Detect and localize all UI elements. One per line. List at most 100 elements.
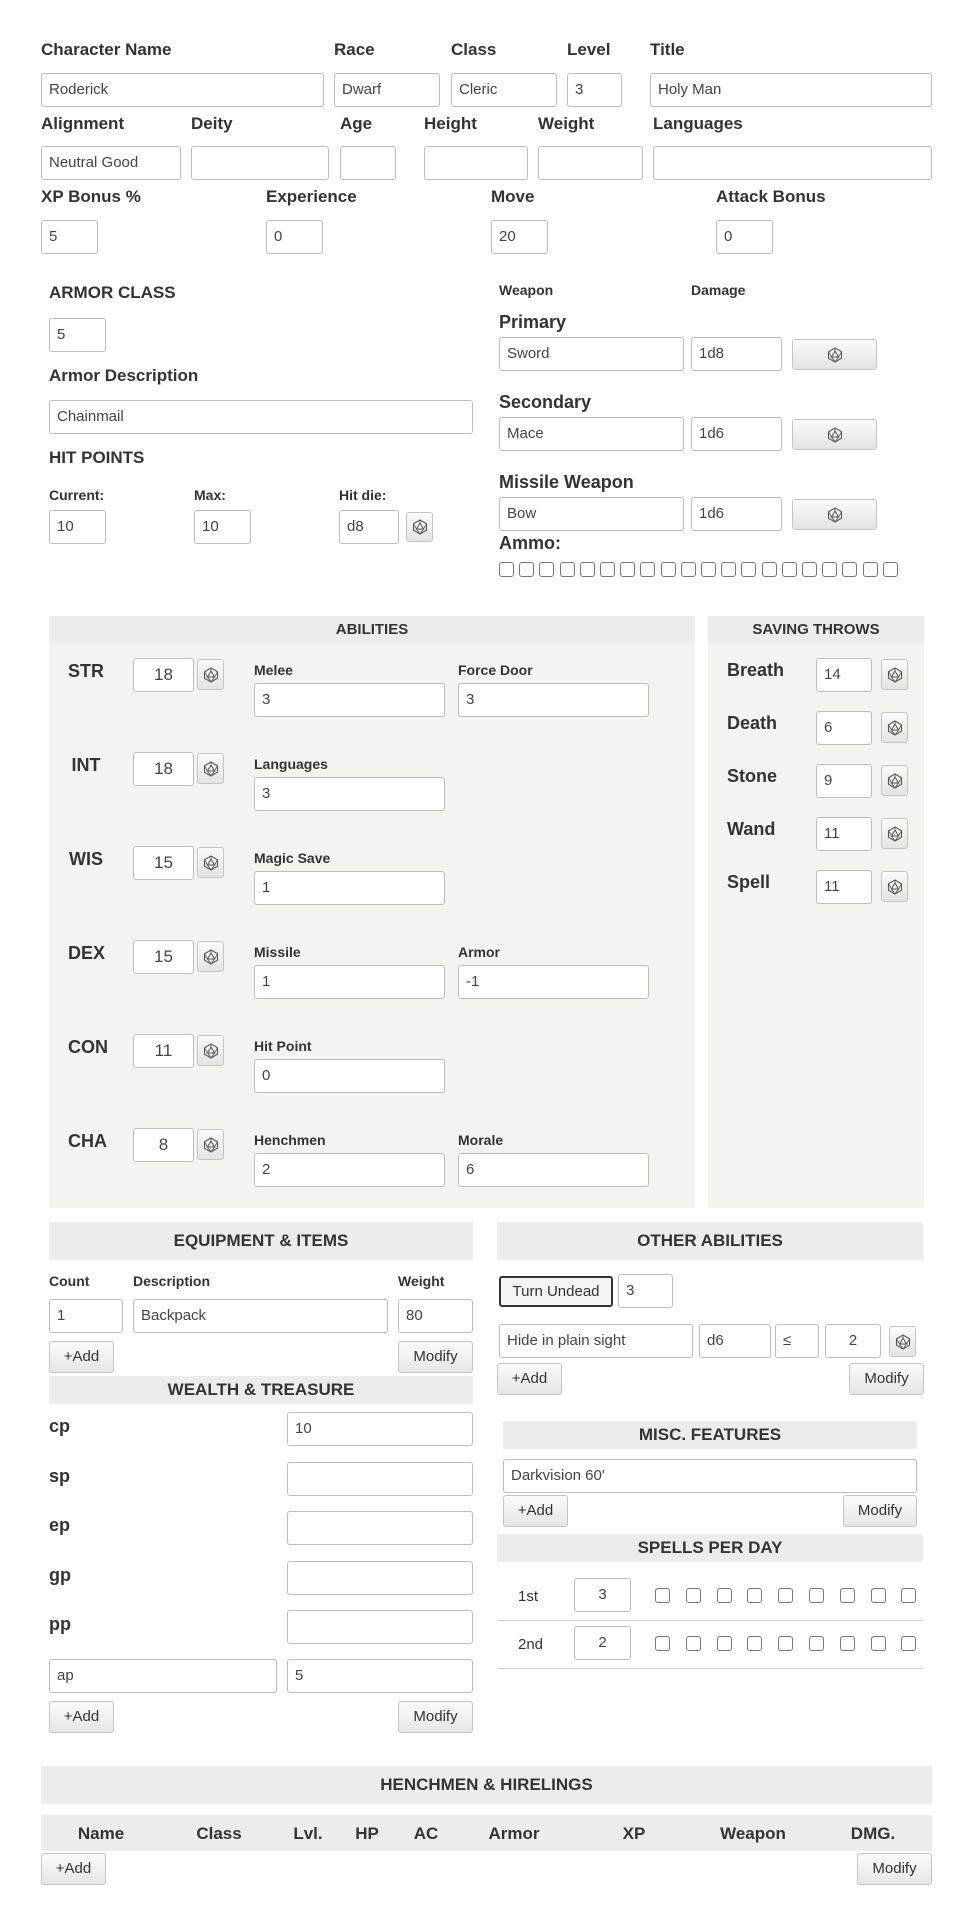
- primary-attack-roll-button[interactable]: [792, 339, 877, 370]
- deity-input[interactable]: [191, 146, 329, 180]
- attack-bonus-input[interactable]: 0: [716, 220, 773, 254]
- primary-weapon-input[interactable]: Sword: [499, 337, 684, 371]
- ammo-checkbox[interactable]: [600, 562, 615, 577]
- spell-slot-checkbox[interactable]: [747, 1636, 763, 1651]
- equipment-modify-button[interactable]: Modify: [398, 1341, 473, 1373]
- ability-wis-roll-button[interactable]: [197, 847, 224, 878]
- save-wand-roll-button[interactable]: [881, 818, 908, 849]
- ability-str-score-input[interactable]: 18: [133, 658, 194, 692]
- ammo-checkbox[interactable]: [882, 562, 898, 577]
- save-stone-input[interactable]: 9: [816, 764, 872, 798]
- ammo-checkbox[interactable]: [640, 562, 656, 577]
- spell-count-input[interactable]: 2: [574, 1626, 631, 1660]
- height-input[interactable]: [424, 146, 528, 180]
- secondary-weapon-input[interactable]: Mace: [499, 417, 684, 451]
- ammo-checkbox[interactable]: [660, 562, 676, 577]
- ability-con-roll-button[interactable]: [197, 1035, 224, 1066]
- modifier-armor-input[interactable]: -1: [458, 965, 649, 999]
- modifier-morale-input[interactable]: 6: [458, 1153, 649, 1187]
- experience-input[interactable]: 0: [266, 220, 323, 254]
- hit-die-roll-button[interactable]: [406, 512, 433, 542]
- spell-slot-checkbox[interactable]: [839, 1636, 855, 1651]
- wealth-custom-name-input[interactable]: ap: [49, 1659, 277, 1693]
- ability-int-roll-button[interactable]: [197, 753, 224, 784]
- misc-features-modify-button[interactable]: Modify: [843, 1495, 917, 1527]
- ammo-checkbox[interactable]: [862, 562, 878, 577]
- xp-bonus-input[interactable]: 5: [41, 220, 98, 254]
- ability-str-roll-button[interactable]: [197, 659, 224, 690]
- ammo-checkbox[interactable]: [761, 562, 777, 577]
- save-death-input[interactable]: 6: [816, 711, 872, 745]
- missile-damage-input[interactable]: 1d6: [691, 497, 782, 531]
- skill-target-input[interactable]: 2: [825, 1324, 881, 1358]
- turn-undead-input[interactable]: 3: [618, 1274, 673, 1308]
- armor-description-input[interactable]: Chainmail: [49, 400, 473, 434]
- spell-slot-checkbox[interactable]: [839, 1588, 855, 1603]
- modifier-force-door-input[interactable]: 3: [458, 683, 649, 717]
- spell-slot-checkbox[interactable]: [901, 1636, 917, 1651]
- ammo-checkbox[interactable]: [519, 562, 535, 577]
- skill-operator-input[interactable]: ≤: [775, 1324, 819, 1358]
- weight-input[interactable]: [538, 146, 643, 180]
- ammo-checkbox[interactable]: [721, 562, 737, 577]
- hit-die-input[interactable]: d8: [339, 510, 399, 544]
- level-input[interactable]: 3: [567, 73, 622, 107]
- skill-die-input[interactable]: d6: [699, 1324, 771, 1358]
- save-spell-input[interactable]: 11: [816, 870, 872, 904]
- equipment-description-input[interactable]: Backpack: [133, 1299, 388, 1333]
- ability-dex-score-input[interactable]: 15: [133, 940, 194, 974]
- equipment-add-button[interactable]: +Add: [49, 1341, 114, 1373]
- missile-attack-roll-button[interactable]: [792, 499, 877, 530]
- skill-roll-button[interactable]: [889, 1326, 916, 1357]
- languages-input[interactable]: [653, 146, 932, 180]
- ammo-checkbox[interactable]: [741, 562, 757, 577]
- title-input[interactable]: Holy Man: [650, 73, 932, 107]
- wealth-custom-value-input[interactable]: 5: [287, 1659, 473, 1693]
- ability-cha-roll-button[interactable]: [197, 1129, 224, 1160]
- ability-int-score-input[interactable]: 18: [133, 752, 194, 786]
- age-input[interactable]: [340, 146, 396, 180]
- ammo-checkbox[interactable]: [822, 562, 838, 577]
- spell-slot-checkbox[interactable]: [901, 1588, 917, 1603]
- wealth-gp-input[interactable]: [287, 1560, 473, 1595]
- ammo-checkbox[interactable]: [579, 562, 595, 577]
- missile-weapon-input[interactable]: Bow: [499, 497, 684, 531]
- spell-slot-checkbox[interactable]: [778, 1588, 794, 1603]
- ability-wis-score-input[interactable]: 15: [133, 846, 194, 880]
- spell-slot-checkbox[interactable]: [778, 1636, 794, 1651]
- ammo-checkbox[interactable]: [539, 562, 555, 577]
- misc-features-add-button[interactable]: +Add: [503, 1495, 568, 1527]
- spell-slot-checkbox[interactable]: [747, 1588, 763, 1603]
- spell-slot-checkbox[interactable]: [716, 1636, 732, 1651]
- ammo-checkbox[interactable]: [802, 562, 817, 577]
- other-abilities-modify-button[interactable]: Modify: [849, 1363, 924, 1395]
- race-input[interactable]: Dwarf: [334, 73, 440, 107]
- spell-slot-checkbox[interactable]: [655, 1588, 670, 1603]
- equipment-count-input[interactable]: 1: [49, 1299, 123, 1333]
- ammo-checkbox[interactable]: [701, 562, 716, 577]
- ammo-checkbox[interactable]: [842, 562, 858, 577]
- primary-damage-input[interactable]: 1d8: [691, 337, 782, 371]
- ammo-checkbox[interactable]: [559, 562, 575, 577]
- modifier-henchmen-input[interactable]: 2: [254, 1153, 445, 1187]
- equipment-weight-input[interactable]: 80: [398, 1299, 473, 1333]
- save-stone-roll-button[interactable]: [881, 765, 908, 796]
- ammo-checkbox[interactable]: [680, 562, 696, 577]
- wealth-sp-input[interactable]: [287, 1461, 473, 1496]
- spell-slot-checkbox[interactable]: [870, 1588, 886, 1603]
- save-death-roll-button[interactable]: [881, 712, 908, 743]
- secondary-attack-roll-button[interactable]: [792, 419, 877, 450]
- wealth-ep-input[interactable]: [287, 1511, 473, 1545]
- modifier-hit-point-input[interactable]: 0: [254, 1059, 445, 1093]
- save-breath-roll-button[interactable]: [881, 659, 908, 690]
- wealth-pp-input[interactable]: [287, 1610, 473, 1644]
- hp-max-input[interactable]: 10: [194, 510, 251, 544]
- wealth-modify-button[interactable]: Modify: [398, 1701, 473, 1733]
- save-wand-input[interactable]: 11: [816, 817, 872, 851]
- ammo-checkbox[interactable]: [499, 562, 514, 577]
- spell-count-input[interactable]: 3: [574, 1578, 631, 1612]
- spell-slot-checkbox[interactable]: [655, 1636, 670, 1651]
- ability-cha-score-input[interactable]: 8: [133, 1128, 194, 1162]
- character-name-input[interactable]: Roderick: [41, 73, 324, 107]
- spell-slot-checkbox[interactable]: [809, 1636, 824, 1651]
